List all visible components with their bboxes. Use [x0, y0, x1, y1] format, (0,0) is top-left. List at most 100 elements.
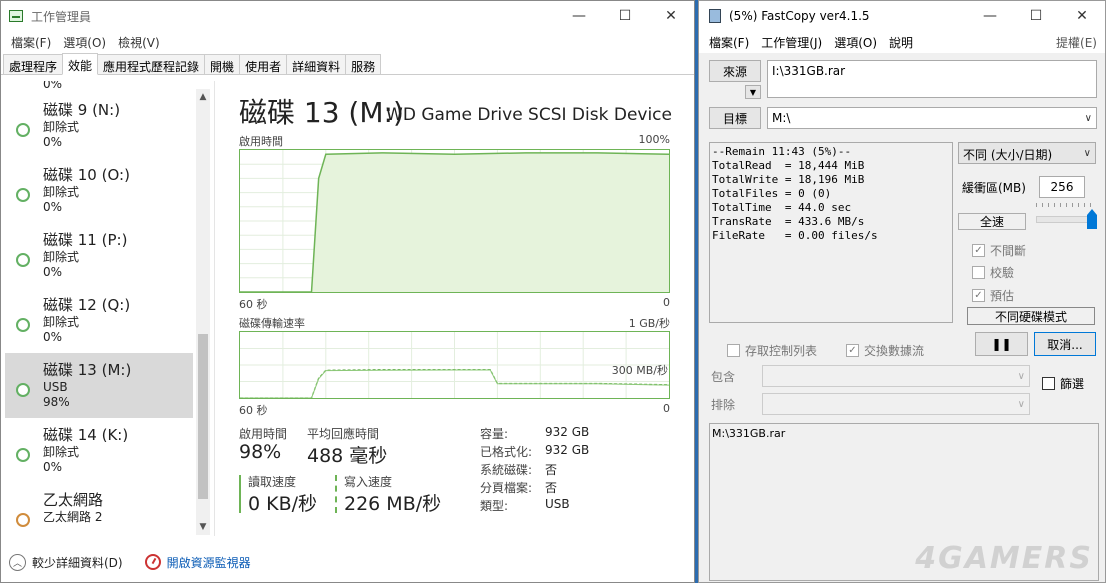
- maximize-button[interactable]: ☐: [1013, 1, 1059, 31]
- speed-slider-thumb[interactable]: [1087, 209, 1097, 229]
- scroll-down-arrow-icon[interactable]: ▼: [196, 519, 210, 535]
- verify-checkbox[interactable]: 校驗: [972, 264, 1014, 281]
- disk-title: 磁碟 13 (M:): [239, 96, 404, 129]
- nonstop-checkbox[interactable]: ✓ 不間斷: [972, 242, 1026, 259]
- include-input[interactable]: ∨: [762, 365, 1030, 387]
- cancel-button[interactable]: 取消...: [1034, 332, 1096, 356]
- menu-elevate[interactable]: 提權(E): [1056, 34, 1097, 51]
- menu-file[interactable]: 檔案(F): [709, 34, 749, 51]
- estimate-checkbox[interactable]: ✓ 預估: [972, 287, 1014, 304]
- transfer-rate-graph: [239, 331, 670, 399]
- speed-slider-ticks: [1036, 203, 1091, 207]
- disk-graph-icon: [16, 383, 30, 397]
- menu-help[interactable]: 說明: [889, 34, 913, 51]
- scrollbar-thumb[interactable]: [198, 334, 208, 499]
- sidebar-item-type: 卸除式: [43, 185, 80, 199]
- list-item[interactable]: M:\331GB.rar: [712, 427, 1096, 440]
- minimize-button[interactable]: —: [556, 1, 602, 31]
- sidebar-item-name: 磁碟 13 (M:): [43, 361, 132, 379]
- destination-button[interactable]: 目標: [709, 107, 761, 129]
- tab-details[interactable]: 詳細資料: [286, 54, 347, 74]
- fewer-details-link[interactable]: 較少詳細資料(D): [32, 554, 123, 571]
- pane-divider[interactable]: [214, 81, 215, 536]
- source-button[interactable]: 來源: [709, 60, 761, 82]
- task-manager-icon: [9, 10, 23, 22]
- chevron-down-icon[interactable]: ∨: [1085, 113, 1092, 124]
- sidebar-item-disk-13[interactable]: 磁碟 13 (M:) USB 98%: [5, 353, 193, 418]
- log-line: FileRate = 0.00 files/s: [712, 229, 878, 242]
- menu-options[interactable]: 選項(O): [834, 34, 877, 51]
- resource-sidebar: 0% 磁碟 9 (N:) 卸除式 0% 磁碟 10 (O:) 卸除式 0% 磁碟…: [5, 81, 193, 536]
- buffer-input[interactable]: 256: [1039, 176, 1085, 198]
- sidebar-scrollbar[interactable]: ▲ ▼: [196, 89, 210, 535]
- exclude-input[interactable]: ∨: [762, 393, 1030, 415]
- disk-graph-icon: [16, 318, 30, 332]
- sidebar-item-disk-9[interactable]: 磁碟 9 (N:) 卸除式 0%: [5, 93, 193, 158]
- chevron-down-icon[interactable]: ∨: [1084, 148, 1091, 159]
- read-speed-marker: [239, 475, 241, 513]
- source-input[interactable]: I:\331GB.rar: [767, 60, 1097, 98]
- tab-processes[interactable]: 處理程序: [3, 54, 64, 74]
- series-area: [240, 152, 669, 292]
- task-manager-footer: ︿ 較少詳細資料(D) 開啟資源監視器: [1, 542, 694, 582]
- menu-options[interactable]: 選項(O): [63, 34, 106, 51]
- filter-checkbox[interactable]: 篩選: [1042, 375, 1084, 392]
- graph2-max: 1 GB/秒: [628, 317, 670, 330]
- chevron-down-icon[interactable]: ∨: [1018, 399, 1025, 410]
- menu-job[interactable]: 工作管理(J): [761, 34, 822, 51]
- sidebar-item-name: 磁碟 9 (N:): [43, 101, 121, 119]
- disk-detail-panel: 磁碟 13 (M:) WD Game Drive SCSI Disk Devic…: [239, 81, 674, 536]
- tab-app-history[interactable]: 應用程式歷程記錄: [97, 54, 206, 74]
- destination-value: M:\: [772, 111, 791, 125]
- sidebar-item-type: 乙太網路 2: [43, 510, 103, 524]
- write-speed-marker: [335, 475, 337, 513]
- pause-button[interactable]: ❚❚: [975, 332, 1028, 356]
- speed-slider-track[interactable]: [1036, 216, 1091, 223]
- menu-file[interactable]: 檔案(F): [11, 34, 51, 51]
- chevron-up-icon[interactable]: ︿: [9, 553, 26, 571]
- tab-startup[interactable]: 開機: [204, 54, 241, 74]
- watermark-logo: 4GAMERS: [915, 541, 1093, 576]
- type-label: 類型:: [480, 499, 509, 513]
- destination-input[interactable]: M:\ ∨: [767, 107, 1097, 129]
- check-icon: ✓: [972, 289, 985, 302]
- tab-services[interactable]: 服務: [345, 54, 382, 74]
- save-acl-checkbox[interactable]: 存取控制列表: [727, 342, 817, 359]
- tab-users[interactable]: 使用者: [239, 54, 288, 74]
- formatted-label: 已格式化:: [480, 445, 533, 459]
- avg-response-label: 平均回應時間: [307, 427, 380, 441]
- graph1-label: 啟用時間: [239, 135, 283, 148]
- graph2-min: 0: [663, 402, 670, 415]
- disk-graph-icon: [16, 188, 30, 202]
- graph1-min: 0: [663, 296, 670, 309]
- graph1-max: 100%: [638, 133, 670, 146]
- close-button[interactable]: ✕: [1059, 1, 1105, 31]
- menu-view[interactable]: 檢視(V): [118, 34, 160, 51]
- copy-mode-value: 不同 (大小/日期): [963, 148, 1053, 162]
- sidebar-item-value: 0%: [43, 200, 63, 214]
- sidebar-item-name: 磁碟 14 (K:): [43, 426, 129, 444]
- source-dropdown-icon[interactable]: ▼: [745, 85, 761, 99]
- maximize-button[interactable]: ☐: [602, 1, 648, 31]
- active-time-graph: [239, 149, 670, 293]
- minimize-button[interactable]: —: [967, 1, 1013, 31]
- alt-stream-checkbox[interactable]: ✓ 交換數據流: [846, 342, 924, 359]
- close-button[interactable]: ✕: [648, 1, 694, 31]
- sidebar-item-disk-11[interactable]: 磁碟 11 (P:) 卸除式 0%: [5, 223, 193, 288]
- scroll-up-arrow-icon[interactable]: ▲: [196, 89, 210, 105]
- sidebar-item-disk-12[interactable]: 磁碟 12 (Q:) 卸除式 0%: [5, 288, 193, 353]
- open-resource-monitor-link[interactable]: 開啟資源監視器: [167, 554, 251, 571]
- sidebar-item-ethernet[interactable]: 乙太網路 乙太網路 2: [5, 483, 193, 536]
- log-line: --Remain 11:43 (5%)--: [712, 145, 852, 158]
- save-acl-label: 存取控制列表: [745, 344, 818, 358]
- task-manager-window: 工作管理員 — ☐ ✕ 檔案(F) 選項(O) 檢視(V) 處理程序 效能 應用…: [0, 0, 695, 583]
- chevron-down-icon[interactable]: ∨: [1018, 371, 1025, 382]
- copy-mode-select[interactable]: 不同 (大小/日期) ∨: [958, 142, 1096, 164]
- active-time-value: 98%: [239, 441, 282, 463]
- sidebar-item-disk-10[interactable]: 磁碟 10 (O:) 卸除式 0%: [5, 158, 193, 223]
- different-disk-mode[interactable]: 不同硬碟模式: [967, 307, 1095, 325]
- estimate-label: 預估: [990, 289, 1015, 303]
- sidebar-item-disk-14[interactable]: 磁碟 14 (K:) 卸除式 0%: [5, 418, 193, 483]
- menu-bar: 檔案(F) 工作管理(J) 選項(O) 說明 提權(E): [699, 31, 1105, 53]
- tab-performance[interactable]: 效能: [62, 53, 99, 75]
